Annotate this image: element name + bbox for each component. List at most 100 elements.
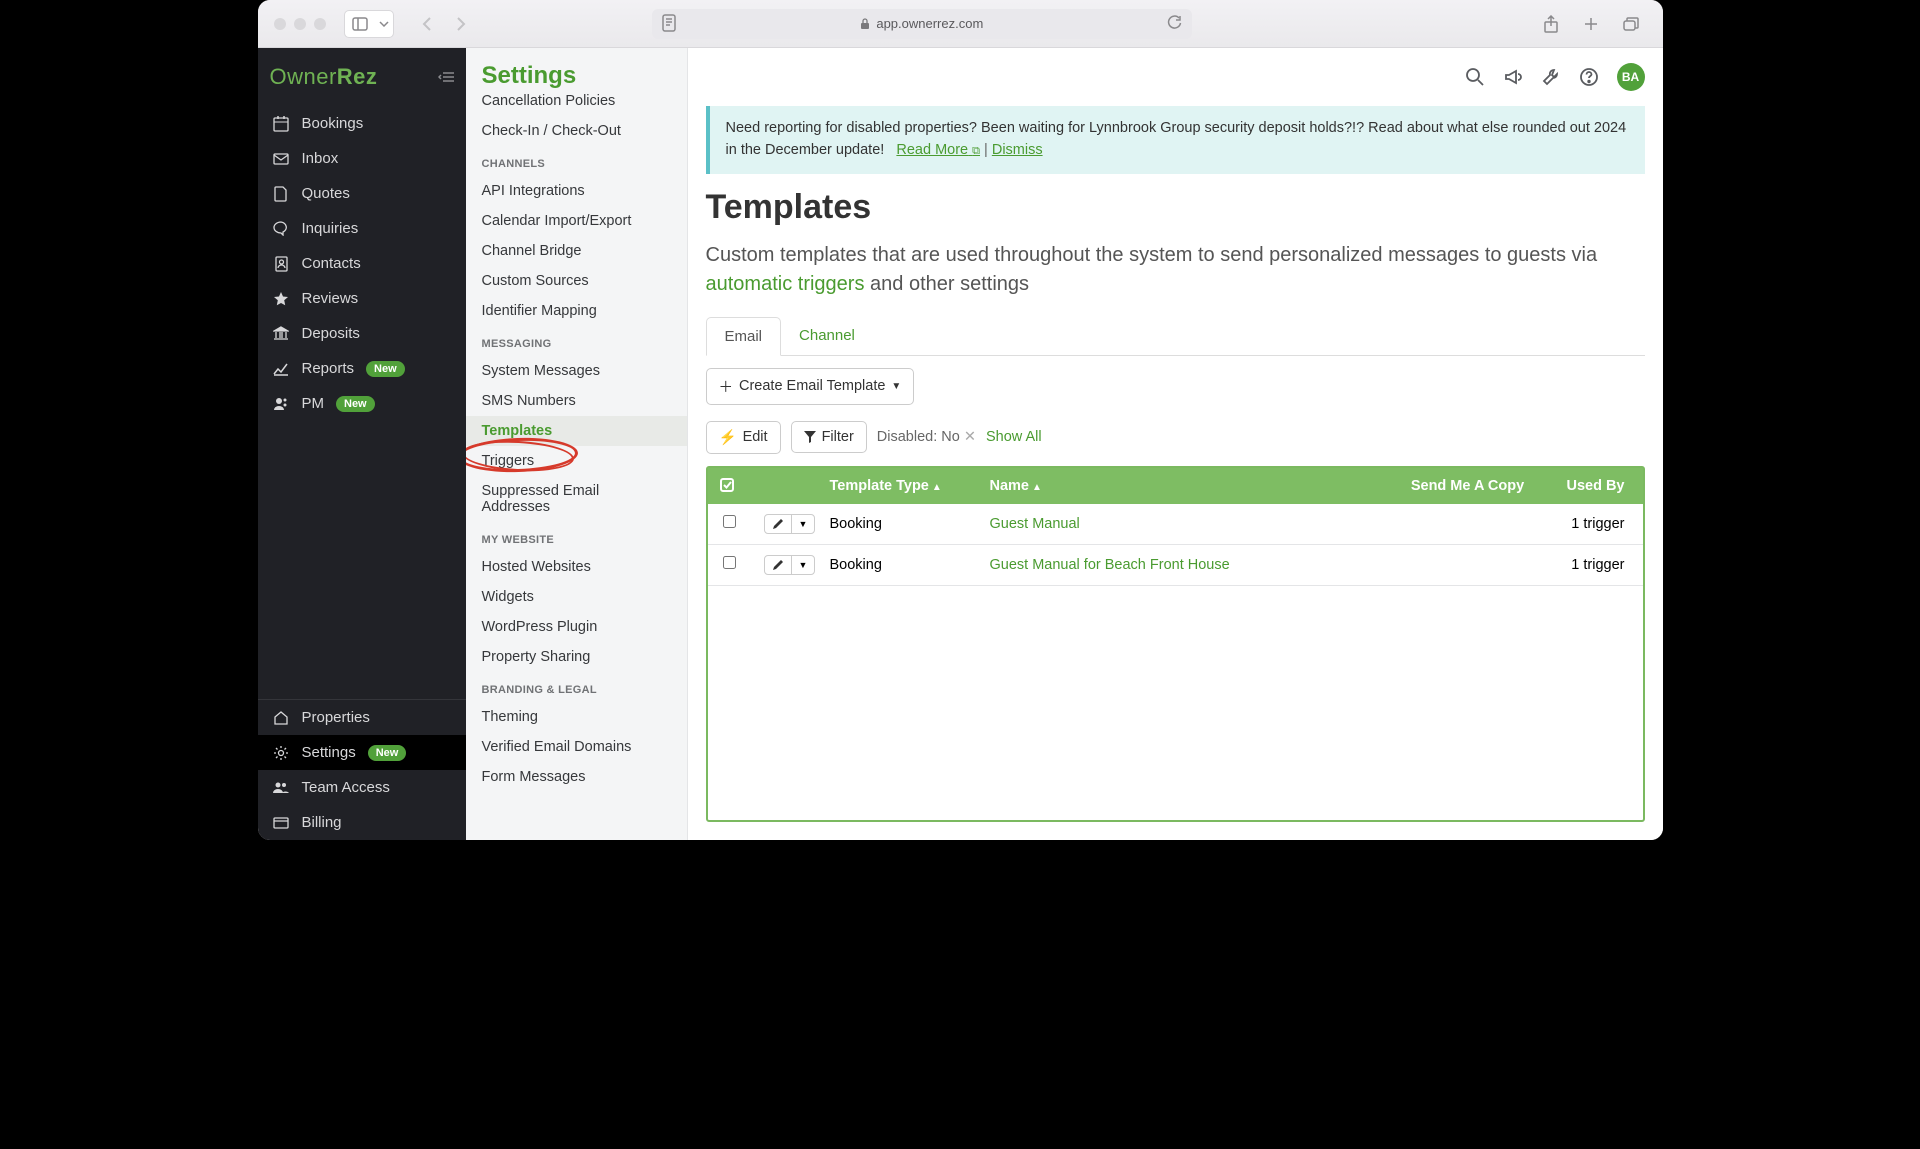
read-more-link[interactable]: Read More ⧉ (896, 142, 980, 158)
settings-item-api-integrations[interactable]: API Integrations (466, 176, 687, 206)
nav-settings[interactable]: SettingsNew (258, 735, 466, 770)
forward-button[interactable] (446, 11, 476, 37)
address-bar[interactable]: app.ownerrez.com (652, 9, 1192, 39)
back-button[interactable] (412, 11, 442, 37)
template-link[interactable]: Guest Manual for Beach Front House (990, 557, 1230, 573)
settings-item-identifier-mapping[interactable]: Identifier Mapping (466, 296, 687, 326)
show-all-link[interactable]: Show All (986, 429, 1042, 445)
sort-asc-icon: ▲ (1032, 482, 1042, 493)
sort-asc-icon: ▲ (932, 482, 942, 493)
nav-inquiries[interactable]: Inquiries (258, 211, 466, 246)
used-header[interactable]: Used By (1553, 468, 1643, 504)
settings-item-verified-email-domains[interactable]: Verified Email Domains (466, 732, 687, 762)
reader-icon[interactable] (662, 14, 676, 32)
new-badge: New (368, 745, 407, 761)
nav-team-access[interactable]: Team Access (258, 770, 466, 805)
row-actions[interactable]: ▼ (764, 514, 816, 534)
copy-header[interactable]: Send Me A Copy (1383, 468, 1553, 504)
row-actions[interactable]: ▼ (764, 555, 816, 575)
settings-item-custom-sources[interactable]: Custom Sources (466, 266, 687, 296)
filter-button[interactable]: Filter (791, 421, 867, 453)
settings-item-calendar-import-export[interactable]: Calendar Import/Export (466, 206, 687, 236)
nav-properties[interactable]: Properties (258, 700, 466, 735)
tab-email[interactable]: Email (706, 317, 782, 356)
pencil-icon[interactable] (765, 515, 792, 533)
cell-used: 1 trigger (1553, 547, 1643, 583)
row-checkbox[interactable] (723, 515, 736, 528)
table-row: ▼BookingGuest Manual for Beach Front Hou… (708, 545, 1643, 586)
settings-item-suppressed-email-addresses[interactable]: Suppressed Email Addresses (466, 476, 687, 522)
settings-item-hosted-websites[interactable]: Hosted Websites (466, 552, 687, 582)
person-icon (272, 397, 290, 411)
lightning-icon: ⚡ (719, 429, 737, 446)
nav-quotes[interactable]: Quotes (258, 176, 466, 211)
home-icon (272, 710, 290, 725)
brand-logo[interactable]: OwnerRez (270, 64, 378, 90)
clear-filter-icon[interactable]: ✕ (964, 429, 976, 445)
avatar[interactable]: BA (1617, 63, 1645, 91)
dismiss-link[interactable]: Dismiss (992, 142, 1043, 158)
cell-used: 1 trigger (1553, 506, 1643, 542)
create-email-template-button[interactable]: ＋ Create Email Template ▼ (706, 368, 915, 405)
announcement-icon[interactable] (1503, 67, 1523, 87)
template-link[interactable]: Guest Manual (990, 516, 1080, 532)
nav-label: Properties (302, 709, 370, 726)
nav-pm[interactable]: PMNew (258, 386, 466, 421)
tabs-icon[interactable] (1616, 11, 1646, 37)
share-icon[interactable] (1536, 11, 1566, 37)
caret-down-icon[interactable]: ▼ (792, 556, 815, 574)
pencil-icon[interactable] (765, 556, 792, 574)
plus-icon: ＋ (719, 376, 734, 397)
new-tab-icon[interactable] (1576, 11, 1606, 37)
settings-item-templates[interactable]: Templates (466, 416, 687, 446)
settings-item-property-sharing[interactable]: Property Sharing (466, 642, 687, 672)
settings-item-check-in-check-out[interactable]: Check-In / Check-Out (466, 116, 687, 146)
main-nav: OwnerRez Bookings Inbox Quotes Inquiries… (258, 48, 466, 840)
select-all-header[interactable] (708, 468, 752, 504)
nav-inbox[interactable]: Inbox (258, 141, 466, 176)
name-header[interactable]: Name▲ (978, 468, 1383, 504)
bank-icon (272, 326, 290, 341)
filter-icon (804, 431, 816, 443)
settings-item-triggers[interactable]: Triggers (466, 446, 687, 476)
gear-icon (272, 745, 290, 761)
chevron-down-icon[interactable] (375, 11, 393, 37)
sidebar-toggle-icon[interactable] (345, 11, 375, 37)
nav-deposits[interactable]: Deposits (258, 316, 466, 351)
reload-icon[interactable] (1167, 15, 1182, 30)
menu-toggle-icon[interactable] (438, 71, 454, 83)
caret-down-icon: ▼ (891, 381, 901, 392)
nav-label: Billing (302, 814, 342, 831)
row-checkbox[interactable] (723, 556, 736, 569)
chat-icon (272, 221, 290, 236)
nav-label: Bookings (302, 115, 364, 132)
settings-item-system-messages[interactable]: System Messages (466, 356, 687, 386)
chart-icon (272, 362, 290, 376)
settings-item-theming[interactable]: Theming (466, 702, 687, 732)
nav-reviews[interactable]: Reviews (258, 281, 466, 316)
settings-item-wordpress-plugin[interactable]: WordPress Plugin (466, 612, 687, 642)
cell-type: Booking (818, 506, 978, 542)
tools-icon[interactable] (1541, 67, 1561, 87)
caret-down-icon[interactable]: ▼ (792, 515, 815, 533)
tab-channel[interactable]: Channel (781, 317, 873, 355)
template-tabs: Email Channel (706, 317, 1645, 356)
type-header[interactable]: Template Type▲ (818, 468, 978, 504)
window-controls[interactable] (274, 18, 326, 30)
document-icon (272, 186, 290, 202)
automatic-triggers-link[interactable]: automatic triggers (706, 273, 865, 295)
nav-label: Inquiries (302, 220, 359, 237)
nav-label: Quotes (302, 185, 350, 202)
search-icon[interactable] (1465, 67, 1485, 87)
nav-bookings[interactable]: Bookings (258, 106, 466, 141)
nav-billing[interactable]: Billing (258, 805, 466, 840)
settings-item-form-messages[interactable]: Form Messages (466, 762, 687, 792)
settings-item-widgets[interactable]: Widgets (466, 582, 687, 612)
nav-contacts[interactable]: Contacts (258, 246, 466, 281)
settings-item-channel-bridge[interactable]: Channel Bridge (466, 236, 687, 266)
settings-item-sms-numbers[interactable]: SMS Numbers (466, 386, 687, 416)
edit-button[interactable]: ⚡Edit (706, 421, 781, 454)
nav-reports[interactable]: ReportsNew (258, 351, 466, 386)
help-icon[interactable] (1579, 67, 1599, 87)
settings-item-cancellation-policies[interactable]: Cancellation Policies (466, 86, 687, 116)
